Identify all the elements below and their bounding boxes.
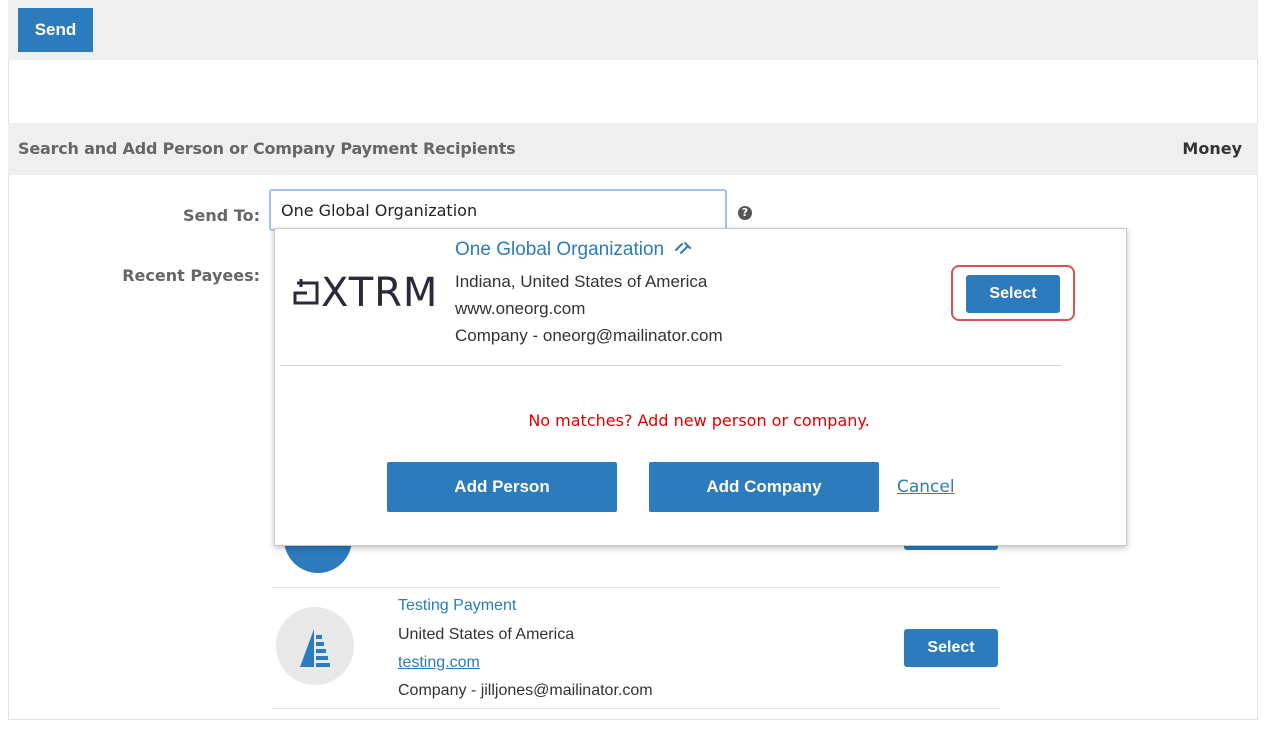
- building-icon: [300, 629, 330, 667]
- payee-select-button[interactable]: Select: [904, 629, 998, 667]
- search-results-dropdown: XTRM One Global Organization Indiana, Un…: [274, 228, 1127, 546]
- send-to-input[interactable]: [269, 189, 727, 231]
- help-icon[interactable]: ?: [738, 206, 752, 220]
- top-toolbar: [8, 0, 1258, 60]
- payee-type-email: Company - jilljones@mailinator.com: [398, 682, 653, 699]
- add-company-button[interactable]: Add Company: [649, 462, 879, 512]
- send-to-label: Send To:: [183, 206, 260, 225]
- no-match-message: No matches? Add new person or company.: [528, 411, 870, 430]
- section-right-label: Money: [1182, 139, 1242, 158]
- xtrm-logo: XTRM: [291, 271, 437, 315]
- payee-country: United States of America: [398, 626, 575, 643]
- payee-divider: [272, 708, 1000, 709]
- section-header: Search and Add Person or Company Payment…: [8, 123, 1258, 175]
- payee-avatar: [276, 607, 354, 685]
- result-location: Indiana, United States of America: [455, 272, 708, 291]
- verified-link-icon: [675, 242, 692, 254]
- dropdown-divider: [281, 365, 1061, 366]
- payee-name[interactable]: Testing Payment: [398, 597, 516, 615]
- result-type-email: Company - oneorg@mailinator.com: [455, 326, 723, 345]
- result-website: www.oneorg.com: [455, 299, 586, 318]
- section-title: Search and Add Person or Company Payment…: [18, 139, 516, 158]
- payee-divider: [272, 587, 1000, 588]
- recent-payees-label: Recent Payees:: [122, 266, 260, 285]
- result-name[interactable]: One Global Organization: [455, 239, 693, 261]
- xtrm-logo-icon: [293, 279, 319, 305]
- cancel-link[interactable]: Cancel: [897, 477, 955, 497]
- send-button[interactable]: Send: [18, 8, 93, 52]
- result-select-button[interactable]: Select: [966, 275, 1060, 313]
- add-person-button[interactable]: Add Person: [387, 462, 617, 512]
- logo-text: XTRM: [321, 270, 439, 316]
- payee-website-link[interactable]: testing.com: [398, 654, 480, 672]
